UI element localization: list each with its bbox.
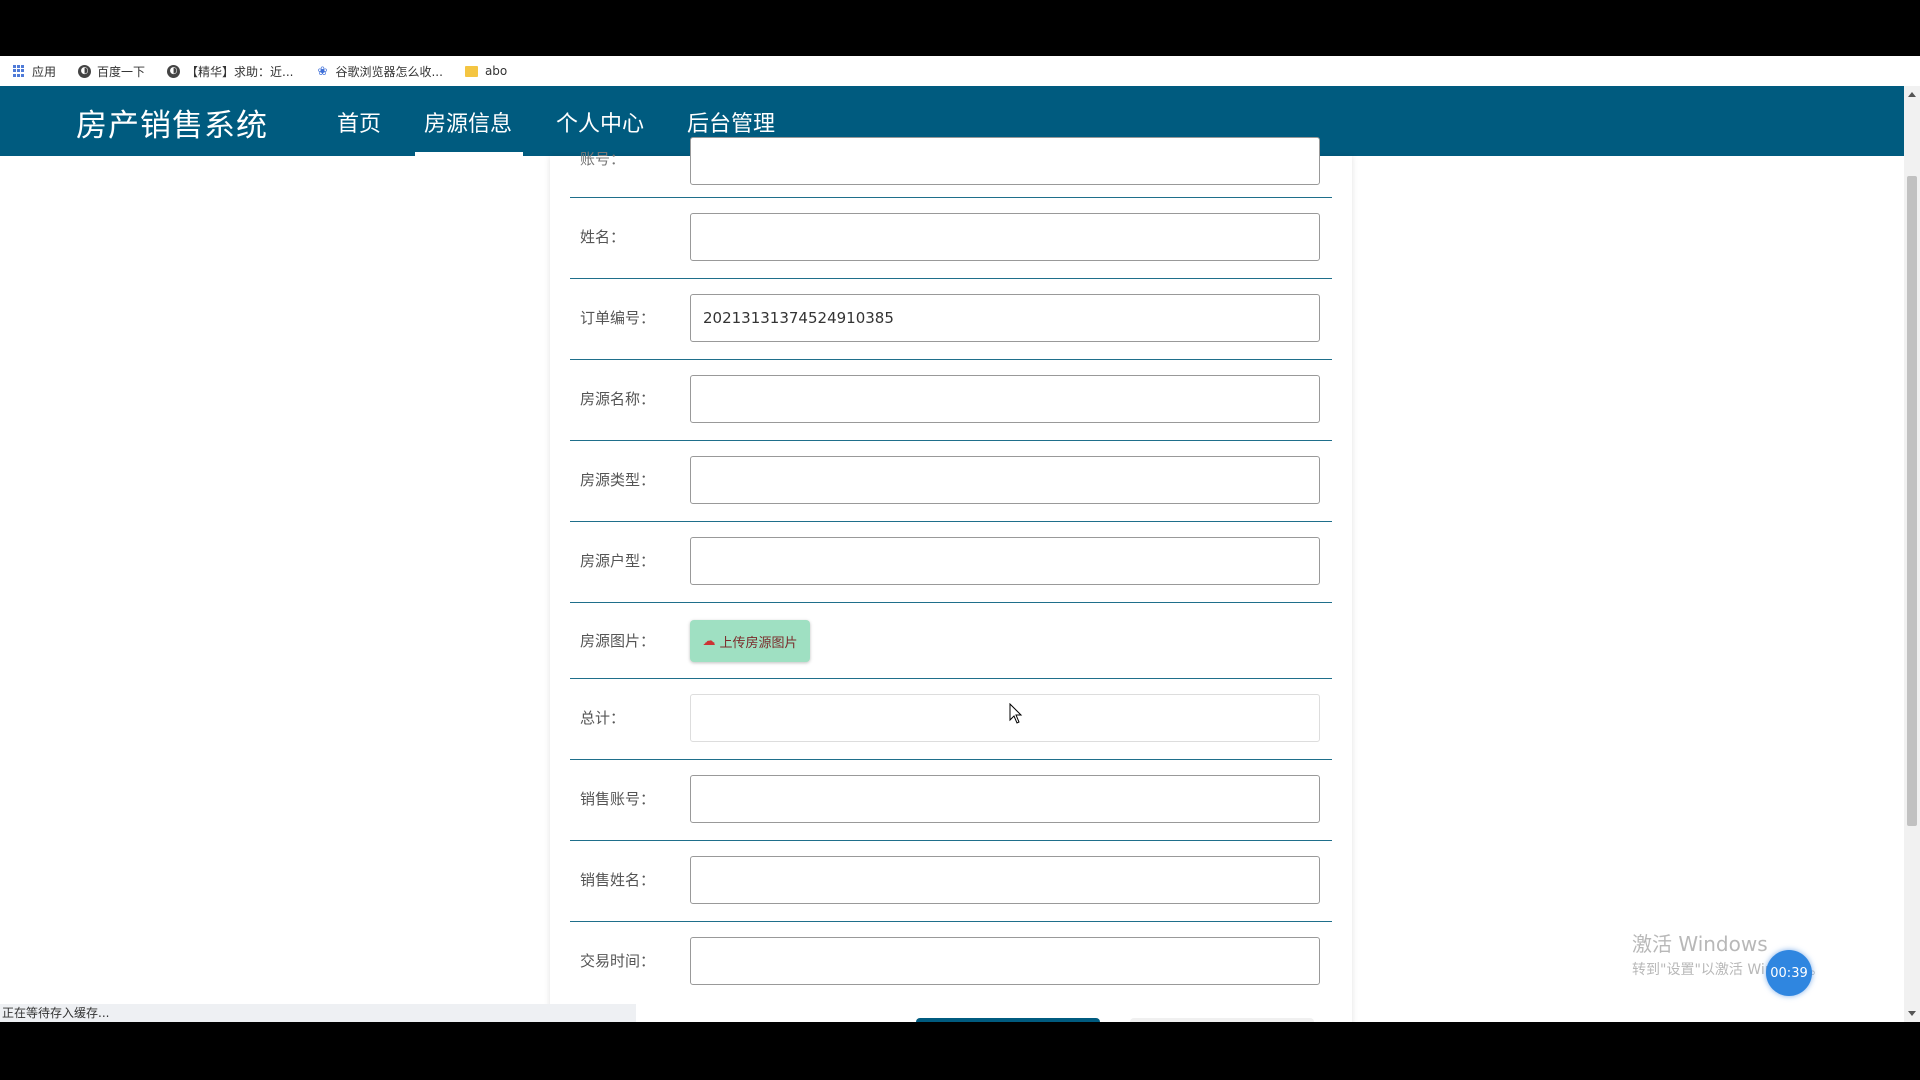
site-brand[interactable]: 房产销售系统 xyxy=(76,100,268,145)
globe-icon: ◐ xyxy=(78,64,92,78)
scroll-thumb[interactable] xyxy=(1907,176,1917,826)
bookmark-help[interactable]: ◐ 【精华】求助：近... xyxy=(167,63,293,80)
field-label: 房源类型： xyxy=(580,471,656,489)
order-number-input[interactable]: 20213131374524910385 xyxy=(690,294,1320,342)
field-label: 总计： xyxy=(580,709,626,727)
bookmark-label: 应用 xyxy=(32,64,57,79)
recording-timer[interactable]: 00:39 xyxy=(1766,950,1812,996)
bookmark-label: abo xyxy=(484,64,508,78)
window-top-bar xyxy=(0,0,1920,56)
bookmark-baidu[interactable]: ◐ 百度一下 xyxy=(78,63,145,80)
form-row-name: 姓名： xyxy=(570,197,1332,279)
reset-button[interactable] xyxy=(1130,1018,1314,1022)
bookmark-abo[interactable]: abo xyxy=(465,64,507,78)
sales-name-input[interactable] xyxy=(690,856,1320,904)
paw-icon: ❀ xyxy=(317,64,328,78)
form-row-house-image: 房源图片： ☁ 上传房源图片 xyxy=(570,602,1332,679)
form-row-sales-name: 销售姓名： xyxy=(570,840,1332,922)
form-row-house-layout: 房源户型： xyxy=(570,521,1332,603)
account-input[interactable] xyxy=(690,137,1320,185)
scroll-up-icon[interactable] xyxy=(1908,92,1916,97)
house-type-input[interactable] xyxy=(690,456,1320,504)
scroll-down-icon[interactable] xyxy=(1908,1011,1916,1016)
nav-item-home[interactable]: 首页 xyxy=(337,106,381,138)
form-row-trade-time: 交易时间： xyxy=(570,921,1332,1002)
bookmark-label: 谷歌浏览器怎么收... xyxy=(335,64,443,79)
upload-button-label: 上传房源图片 xyxy=(719,635,798,651)
folder-icon xyxy=(465,64,479,78)
nav-active-indicator xyxy=(415,152,523,156)
trade-time-input[interactable] xyxy=(690,937,1320,985)
form-row-sales-account: 销售账号： xyxy=(570,759,1332,841)
upload-image-button[interactable]: ☁ 上传房源图片 xyxy=(690,620,810,662)
field-label: 交易时间： xyxy=(580,952,656,970)
page-viewport: 房产销售系统 首页 房源信息 个人中心 后台管理 账号： 姓名： 订单编号： 2… xyxy=(0,86,1904,1022)
field-label: 房源名称： xyxy=(580,390,656,408)
name-input[interactable] xyxy=(690,213,1320,261)
cloud-upload-icon: ☁ xyxy=(702,633,716,649)
field-label: 房源户型： xyxy=(580,552,656,570)
field-label: 销售账号： xyxy=(580,790,656,808)
field-label: 姓名： xyxy=(580,228,626,246)
browser-status-text: 正在等待存入缓存... xyxy=(0,1004,636,1022)
form-row-account: 账号： xyxy=(570,116,1332,198)
field-label: 订单编号： xyxy=(580,309,656,327)
bookmark-label: 百度一下 xyxy=(97,64,146,79)
total-input[interactable] xyxy=(690,694,1320,742)
bookmarks-bar: 应用 ◐ 百度一下 ◐ 【精华】求助：近... ❀ 谷歌浏览器怎么收... ab… xyxy=(0,56,1920,86)
sales-account-input[interactable] xyxy=(690,775,1320,823)
form-row-order-number: 订单编号： 20213131374524910385 xyxy=(570,278,1332,360)
apps-icon xyxy=(12,64,26,78)
order-form: 账号： 姓名： 订单编号： 20213131374524910385 房源名称：… xyxy=(550,137,1352,1022)
submit-button[interactable] xyxy=(916,1018,1100,1022)
mouse-cursor-icon xyxy=(1009,703,1023,724)
house-layout-input[interactable] xyxy=(690,537,1320,585)
house-name-input[interactable] xyxy=(690,375,1320,423)
form-row-house-type: 房源类型： xyxy=(570,440,1332,522)
bookmark-chrome[interactable]: ❀ 谷歌浏览器怎么收... xyxy=(315,63,442,80)
bookmark-label: 【精华】求助：近... xyxy=(186,64,294,79)
form-row-total: 总计： xyxy=(570,678,1332,760)
globe-icon: ◐ xyxy=(167,64,181,78)
bookmark-apps[interactable]: 应用 xyxy=(12,63,56,80)
nav-item-listings[interactable]: 房源信息 xyxy=(424,106,512,138)
field-label: 房源图片： xyxy=(580,632,656,650)
field-label: 销售姓名： xyxy=(580,871,656,889)
page-scrollbar[interactable] xyxy=(1904,86,1920,1022)
field-label: 账号： xyxy=(580,150,626,168)
form-row-house-name: 房源名称： xyxy=(570,359,1332,441)
